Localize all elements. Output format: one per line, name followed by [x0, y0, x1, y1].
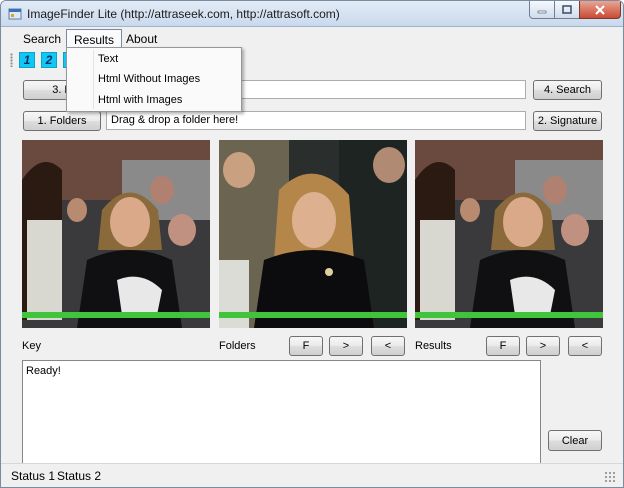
- main-window: ImageFinder Lite (http://attraseek.com, …: [0, 0, 624, 488]
- folders-next-button[interactable]: >: [329, 336, 363, 356]
- folders-first-button[interactable]: F: [289, 336, 323, 356]
- results-label: Results: [415, 340, 452, 352]
- toolbar-button-1[interactable]: 1: [19, 52, 35, 68]
- menu-item-html-without-images[interactable]: Html Without Images: [98, 73, 200, 91]
- output-textarea[interactable]: Ready!: [22, 360, 541, 464]
- results-first-button[interactable]: F: [486, 336, 520, 356]
- key-image-picture: [22, 140, 210, 328]
- menu-item-html-with-images[interactable]: Html with Images: [98, 94, 182, 112]
- dropdown-icon-column: [93, 50, 94, 109]
- folders-button[interactable]: 1. Folders: [23, 111, 101, 131]
- folders-label: Folders: [219, 340, 256, 352]
- toolbar-grip[interactable]: [10, 53, 13, 67]
- key-label: Key: [22, 340, 41, 352]
- menu-item-text[interactable]: Text: [98, 53, 118, 71]
- close-icon: [595, 4, 605, 15]
- key-path-input[interactable]: [239, 80, 526, 99]
- status-label-2: Status 2: [57, 469, 102, 483]
- search-button[interactable]: 4. Search: [533, 80, 602, 100]
- title-bar[interactable]: ImageFinder Lite (http://attraseek.com, …: [1, 1, 623, 27]
- maximize-button[interactable]: [554, 1, 580, 19]
- folders-prev-button[interactable]: <: [371, 336, 405, 356]
- minimize-icon: [537, 10, 547, 13]
- folder-image-picture: [219, 140, 407, 328]
- toolbar-button-2[interactable]: 2: [41, 52, 57, 68]
- folder-image[interactable]: [219, 140, 407, 328]
- status-label-1: Status 1: [11, 469, 56, 483]
- menu-about[interactable]: About: [119, 29, 164, 47]
- results-dropdown: Text Html Without Images Html with Image…: [66, 47, 242, 112]
- results-next-button[interactable]: >: [526, 336, 560, 356]
- result-image-picture: [415, 140, 603, 328]
- key-image[interactable]: [22, 140, 210, 328]
- window-title: ImageFinder Lite (http://attraseek.com, …: [27, 7, 340, 21]
- menu-search[interactable]: Search: [16, 29, 68, 47]
- signature-button[interactable]: 2. Signature: [533, 111, 602, 131]
- app-window-icon: [8, 8, 22, 20]
- clear-button[interactable]: Clear: [548, 430, 602, 451]
- menu-results[interactable]: Results: [66, 29, 123, 47]
- resize-grip-icon[interactable]: [604, 471, 615, 482]
- maximize-icon: [562, 5, 572, 14]
- menu-bar: Search Results About: [1, 28, 623, 48]
- status-bar: Status 1 Status 2: [1, 463, 623, 487]
- result-image[interactable]: [415, 140, 603, 328]
- close-button[interactable]: [579, 1, 621, 19]
- results-prev-button[interactable]: <: [568, 336, 602, 356]
- folder-path-input[interactable]: Drag & drop a folder here!: [106, 111, 526, 130]
- minimize-button[interactable]: [529, 1, 555, 19]
